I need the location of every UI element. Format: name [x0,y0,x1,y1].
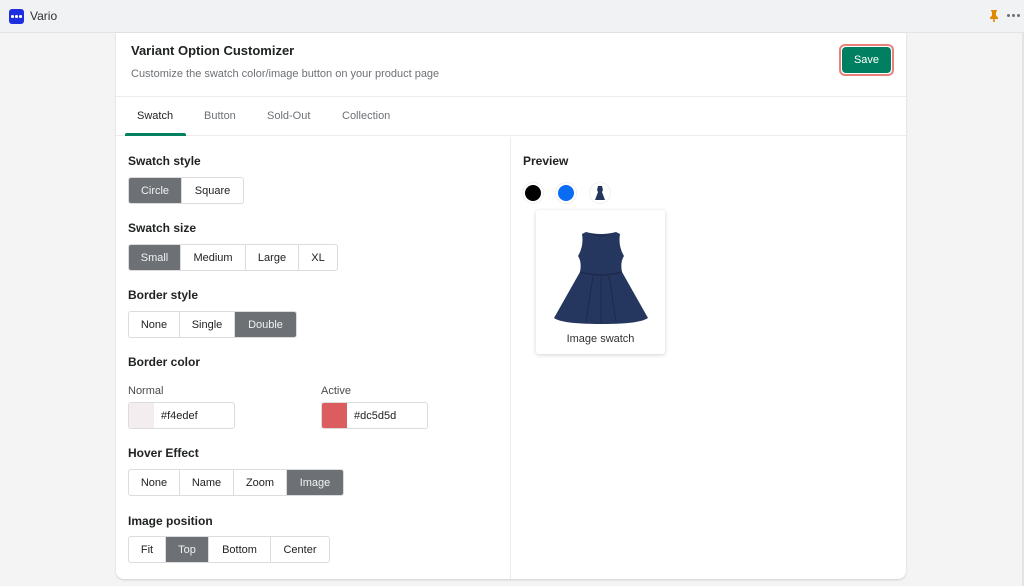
page-subtitle: Customize the swatch color/image button … [131,68,440,80]
swatch-size-label: Swatch size [128,221,197,235]
swatch-size-small[interactable]: Small [129,245,181,270]
more-options-icon[interactable] [1007,14,1020,17]
normal-color-value: #f4edef [161,409,198,422]
image-position-top[interactable]: Top [166,537,209,562]
hover-effect-selector: None Name Zoom Image [128,469,344,496]
hover-effect-image[interactable]: Image [287,470,343,495]
hover-effect-label: Hover Effect [128,446,199,460]
app-name: Vario [30,9,58,23]
swatch-size-large[interactable]: Large [246,245,299,270]
swatch-style-circle[interactable]: Circle [129,178,182,203]
border-style-double[interactable]: Double [235,312,296,337]
border-color-label: Border color [128,355,201,369]
swatch-style-square[interactable]: Square [182,178,243,203]
preview-swatch-black[interactable] [522,182,544,204]
border-style-single[interactable]: Single [180,312,235,337]
app-topbar: Vario [0,0,1024,33]
image-position-fit[interactable]: Fit [129,537,166,562]
normal-color-label: Normal [128,385,164,397]
active-color-chip[interactable] [322,403,347,428]
active-color-value: #dc5d5d [354,409,397,422]
dress-image [554,232,648,324]
hover-effect-zoom[interactable]: Zoom [234,470,287,495]
preview-swatch-blue[interactable] [555,182,577,204]
hover-effect-none[interactable]: None [129,470,180,495]
active-tab-indicator [125,133,186,136]
panel-divider [510,137,511,579]
save-button-label: Save [842,47,891,73]
customizer-card: Variant Option Customizer Customize the … [116,33,906,579]
active-color-label: Active [321,385,351,397]
border-style-selector: None Single Double [128,311,297,338]
preview-label: Preview [523,154,569,168]
normal-color-chip[interactable] [129,403,154,428]
image-position-selector: Fit Top Bottom Center [128,536,330,563]
border-style-label: Border style [128,288,199,302]
active-color-field[interactable]: #dc5d5d [321,402,428,429]
tab-button[interactable]: Button [204,110,236,122]
image-position-center[interactable]: Center [271,537,329,562]
page-title: Variant Option Customizer [131,43,295,58]
save-button[interactable]: Save [839,44,894,76]
swatch-style-selector: Circle Square [128,177,244,204]
tab-sold-out[interactable]: Sold-Out [267,110,310,122]
hover-effect-name[interactable]: Name [180,470,234,495]
card-header: Variant Option Customizer Customize the … [116,33,906,97]
swatch-style-label: Swatch style [128,154,201,168]
image-position-label: Image position [128,514,213,528]
popup-caption: Image swatch [566,333,635,345]
app-logo-icon [9,9,24,24]
tab-bar: Swatch Button Sold-Out Collection [116,98,906,136]
blue-color-dot [558,185,574,201]
swatch-size-xl[interactable]: XL [299,245,337,270]
image-swatch-popup: Image swatch [536,210,665,354]
image-position-bottom[interactable]: Bottom [209,537,271,562]
black-color-dot [525,185,541,201]
tab-swatch[interactable]: Swatch [137,110,173,122]
swatch-size-medium[interactable]: Medium [181,245,246,270]
pin-icon[interactable] [988,9,1000,23]
border-style-none[interactable]: None [129,312,180,337]
normal-color-field[interactable]: #f4edef [128,402,235,429]
preview-swatch-image[interactable] [589,182,611,204]
tab-collection[interactable]: Collection [342,110,390,122]
swatch-size-selector: Small Medium Large XL [128,244,338,271]
dress-icon [595,186,605,200]
